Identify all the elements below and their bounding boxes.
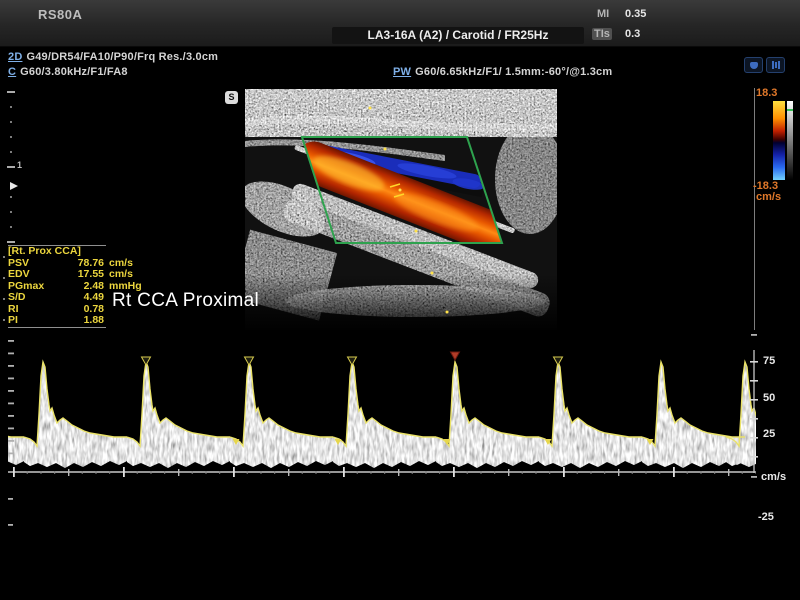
depth-ruler-dot xyxy=(3,256,5,258)
ultrasound-screen: RS80A LA3-16A (A2) / Carotid / FR25Hz MI… xyxy=(0,0,800,600)
measure-label: S/D xyxy=(8,292,52,304)
gray-map-marker xyxy=(787,109,793,111)
depth-ruler-dot xyxy=(3,277,5,279)
measure-value: 17.55 xyxy=(52,269,104,281)
bmode-image[interactable] xyxy=(245,89,557,330)
system-model: RS80A xyxy=(38,7,82,22)
measure-value: 1.88 xyxy=(52,315,104,327)
depth-ruler-tick xyxy=(7,241,15,243)
color-scale-max: 18.3 xyxy=(756,88,777,99)
depth-ruler-dot xyxy=(10,121,12,123)
depth-ruler-dot xyxy=(10,136,12,138)
grayscale-bar[interactable] xyxy=(787,101,793,180)
panel-bottom-border xyxy=(8,327,106,328)
peak-markers xyxy=(142,352,563,365)
b-mode-button[interactable]: 2D xyxy=(8,51,22,63)
velocity-label-neg25: -25 xyxy=(758,512,774,523)
b-mode-params: 2D G49/DR54/FA10/P90/Frq Res./3.0cm xyxy=(8,51,218,63)
measurement-row: PI 1.88 xyxy=(8,315,158,327)
velocity-label-75: 75 xyxy=(763,356,775,367)
psv-marker xyxy=(451,352,460,360)
depth-ruler-dot xyxy=(10,226,12,228)
time-axis-ticks xyxy=(8,466,756,478)
velocity-label-25: 25 xyxy=(763,429,775,440)
mi-value: 0.35 xyxy=(625,8,646,20)
mi-label: MI xyxy=(597,8,609,20)
color-mode-button[interactable]: C xyxy=(8,66,16,78)
measurement-panel: [Rt. Prox CCA] PSV 78.76 cm/s EDV 17.55 … xyxy=(8,245,158,328)
depth-ruler-dot xyxy=(10,211,12,213)
b-mode-settings: G49/DR54/FA10/P90/Frq Res./3.0cm xyxy=(26,51,218,63)
annotation-text[interactable]: Rt CCA Proximal xyxy=(112,290,259,312)
depth-ruler-tick xyxy=(7,166,15,168)
color-mode-settings: G60/3.80kHz/F1/FA8 xyxy=(20,66,128,78)
left-scale-ticks xyxy=(8,340,14,526)
color-scale-unit: cm/s xyxy=(756,192,781,203)
pw-mode-params: PW G60/6.65kHz/F1/ 1.5mm:-60°/@1.3cm xyxy=(393,66,612,78)
body-marker-icon[interactable] xyxy=(766,57,785,73)
depth-ruler-dot xyxy=(3,298,5,300)
depth-ruler-tick xyxy=(7,91,15,93)
pw-mode-settings: G60/6.65kHz/F1/ 1.5mm:-60°/@1.3cm xyxy=(415,66,612,78)
velocity-label-50: 50 xyxy=(763,393,775,404)
tis-value: 0.3 xyxy=(625,28,640,40)
depth-ruler-dot xyxy=(3,319,5,321)
depth-ruler-dot xyxy=(10,106,12,108)
spectral-waveform-fill xyxy=(0,362,800,468)
spectral-doppler-display[interactable] xyxy=(0,332,800,532)
depth-ruler-dot xyxy=(10,151,12,153)
depth-ruler-label: 1 xyxy=(17,160,22,170)
measure-label: EDV xyxy=(8,269,52,281)
probe-preset-field: LA3-16A (A2) / Carotid / FR25Hz xyxy=(332,27,584,44)
orientation-badge: S xyxy=(225,91,238,104)
color-doppler-scale-bar[interactable] xyxy=(773,101,785,180)
pw-mode-button[interactable]: PW xyxy=(393,66,411,78)
measure-unit xyxy=(104,315,158,327)
velocity-unit-label: cm/s xyxy=(761,472,786,483)
measure-label: PI xyxy=(8,315,52,327)
color-mode-params: C G60/3.80kHz/F1/FA8 xyxy=(8,66,128,78)
image-field-edge xyxy=(754,88,755,330)
depth-ruler-dot xyxy=(10,196,12,198)
measurement-row: EDV 17.55 cm/s xyxy=(8,269,158,281)
measurement-title: [Rt. Prox CCA] xyxy=(8,246,158,258)
probe-icon-glyph xyxy=(750,62,758,69)
probe-icon[interactable] xyxy=(744,57,763,73)
measure-value: 4.49 xyxy=(52,292,104,304)
measure-unit: cm/s xyxy=(104,269,158,281)
focus-arrow-icon[interactable] xyxy=(10,182,18,190)
tis-label[interactable]: TIs xyxy=(592,28,612,40)
